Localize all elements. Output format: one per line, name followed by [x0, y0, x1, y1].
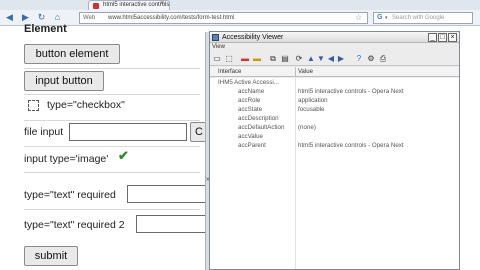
- url-text: www.html5accessibility.com/tests/form-te…: [108, 15, 235, 21]
- tab-bar: html5 interactive controls ×: [0, 0, 480, 10]
- tree-header: Interface Value: [210, 67, 459, 77]
- url-input[interactable]: Web www.html5accessibility.com/tests/for…: [79, 12, 368, 24]
- copy-icon[interactable]: ⧉: [268, 54, 278, 64]
- file-choose-button[interactable]: C: [190, 122, 206, 142]
- text-required-2-label: type="text" required 2: [24, 219, 125, 231]
- accessibility-viewer-toolbar: ▭ ⬚ ▬ ▬ ⧉ ▤ ⟳ ▲ ▼ ◀ ▶ ? ⚙ ⎙: [210, 52, 459, 66]
- focus-icon[interactable]: ▬: [252, 54, 262, 64]
- divider: [24, 120, 200, 121]
- file-input-field[interactable]: [69, 123, 187, 141]
- tree-row-name: accParent: [238, 142, 266, 149]
- select-icon[interactable]: ▭: [212, 54, 222, 64]
- text-required-input[interactable]: [127, 185, 206, 203]
- url-prefix: Web: [83, 15, 96, 21]
- checkbox-label: type="checkbox": [47, 99, 125, 111]
- reload-icon[interactable]: ↻: [36, 12, 47, 23]
- divider: [24, 68, 200, 69]
- search-engine-dropdown-icon[interactable]: ▾: [385, 13, 388, 23]
- divider: [24, 94, 200, 95]
- navigate-left-icon[interactable]: ◀: [326, 54, 336, 64]
- navigate-down-icon[interactable]: ▼: [316, 54, 326, 64]
- search-placeholder: Search with Google: [392, 15, 445, 21]
- close-icon[interactable]: ×: [448, 33, 457, 42]
- minimize-icon[interactable]: _: [428, 33, 437, 42]
- file-input-label: file input: [24, 126, 64, 138]
- tab-favicon-icon: [93, 3, 99, 9]
- accessibility-viewer-title: Accessibility Viewer: [222, 34, 284, 41]
- column-divider[interactable]: [295, 67, 296, 77]
- column-header-interface[interactable]: Interface: [218, 67, 241, 77]
- navigate-up-icon[interactable]: ▲: [306, 54, 316, 64]
- menu-view[interactable]: View: [212, 44, 225, 50]
- text-required-label: type="text" required: [24, 189, 116, 201]
- submit-button[interactable]: submit: [24, 246, 78, 266]
- divider: [24, 209, 200, 210]
- address-toolbar: ◀ ▶ ↻ ⌂ Web www.html5accessibility.com/t…: [0, 10, 480, 26]
- browser-tab[interactable]: html5 interactive controls: [88, 0, 170, 10]
- accessibility-viewer-titlebar: Accessibility Viewer _ □ ×: [210, 32, 459, 43]
- pointer-icon[interactable]: ⬚: [224, 54, 234, 64]
- search-input[interactable]: G ▾ Search with Google: [373, 12, 473, 24]
- checkbox[interactable]: [28, 100, 39, 111]
- maximize-icon[interactable]: □: [438, 33, 447, 42]
- image-input-label: input type='image': [24, 153, 109, 165]
- column-header-value[interactable]: Value: [298, 67, 313, 77]
- find-icon[interactable]: ▤: [280, 54, 290, 64]
- divider: [24, 146, 200, 147]
- tree-row-value: html5 interactive controls - Opera Next: [298, 142, 404, 149]
- tab-close-icon[interactable]: ×: [160, 0, 164, 7]
- highlight-icon[interactable]: ▬: [240, 54, 250, 64]
- input-button[interactable]: input button: [24, 71, 104, 91]
- navigate-right-icon[interactable]: ▶: [336, 54, 346, 64]
- button-element[interactable]: button element: [24, 44, 120, 64]
- forward-icon[interactable]: ▶: [20, 12, 31, 23]
- search-engine-icon: G: [377, 14, 383, 21]
- checkmark-icon[interactable]: ✔: [118, 148, 129, 164]
- back-icon[interactable]: ◀: [4, 12, 15, 23]
- settings-icon[interactable]: ⚙: [366, 54, 376, 64]
- text-required-2-input[interactable]: [136, 215, 206, 233]
- help-icon[interactable]: ?: [354, 54, 364, 64]
- accessibility-viewer-window: Accessibility Viewer _ □ × View ▭ ⬚ ▬ ▬ …: [209, 31, 460, 270]
- bookmark-star-icon[interactable]: ☆: [355, 12, 362, 24]
- print-icon[interactable]: ⎙: [378, 54, 388, 64]
- tree-row[interactable]: accParent html5 interactive controls - O…: [210, 141, 459, 151]
- home-icon[interactable]: ⌂: [52, 12, 63, 23]
- divider: [24, 172, 200, 173]
- tree-view: IHM5 Active Accessi... accName html5 int…: [210, 78, 459, 269]
- refresh-icon[interactable]: ⟳: [294, 54, 304, 64]
- page-heading: Element: [24, 23, 67, 35]
- accessibility-viewer-app-icon: [212, 34, 219, 41]
